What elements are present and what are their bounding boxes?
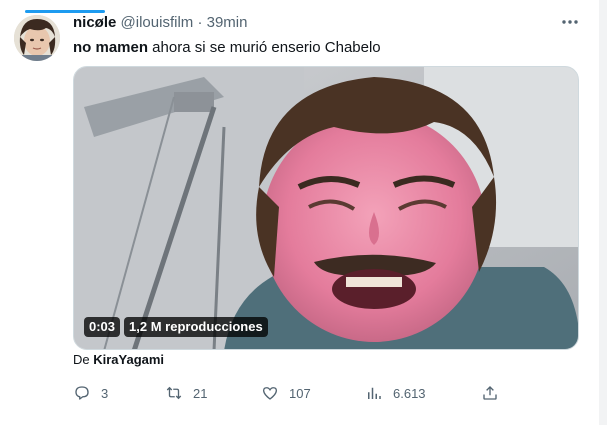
avatar[interactable]	[14, 15, 60, 61]
like-count: 107	[289, 385, 311, 401]
video-player[interactable]: 0:03 1,2 M reproducciones	[73, 66, 579, 350]
attribution-source[interactable]: KiraYagami	[93, 352, 164, 367]
top-accent-line	[25, 10, 105, 13]
reply-count: 3	[101, 385, 109, 401]
reply-button[interactable]: 3	[73, 380, 108, 406]
views-button[interactable]: 6.613	[365, 380, 426, 406]
tweet-text-rest: ahora si se murió enserio Chabelo	[148, 39, 381, 56]
scrollbar-track	[599, 0, 607, 425]
tweet-actions: 3 21 107 6.613	[73, 380, 503, 406]
share-button[interactable]	[481, 380, 499, 406]
display-name[interactable]: nicøle	[73, 14, 116, 31]
views-icon	[368, 387, 381, 399]
header-separator: ·	[197, 14, 203, 31]
retweet-count: 21	[193, 385, 208, 401]
user-handle[interactable]: @ilouisfilm	[121, 14, 194, 31]
tweet-header: nicøle @ilouisfilm · 39min	[73, 14, 247, 32]
retweet-icon	[166, 386, 182, 400]
media-attribution: De KiraYagami	[73, 352, 164, 368]
retweet-button[interactable]: 21	[165, 380, 207, 406]
tweet-text: no mamen ahora si se murió enserio Chabe…	[73, 38, 381, 57]
video-duration: 0:03	[84, 317, 121, 337]
video-overlay: 0:03 1,2 M reproducciones	[84, 317, 268, 337]
share-icon	[483, 386, 497, 400]
tweet-card: nicøle @ilouisfilm · 39min no mamen ahor…	[0, 0, 607, 425]
tweet-text-bold: no mamen	[73, 39, 149, 56]
video-thumbnail	[74, 67, 578, 349]
tweet-time[interactable]: 39min	[207, 14, 248, 31]
view-count: 6.613	[393, 385, 426, 401]
reply-icon	[75, 386, 89, 400]
video-view-count: 1,2 M reproducciones	[124, 317, 268, 337]
like-icon	[262, 387, 278, 400]
attribution-prefix: De	[73, 352, 94, 367]
like-button[interactable]: 107	[261, 380, 311, 406]
more-horizontal-icon[interactable]	[560, 12, 580, 32]
